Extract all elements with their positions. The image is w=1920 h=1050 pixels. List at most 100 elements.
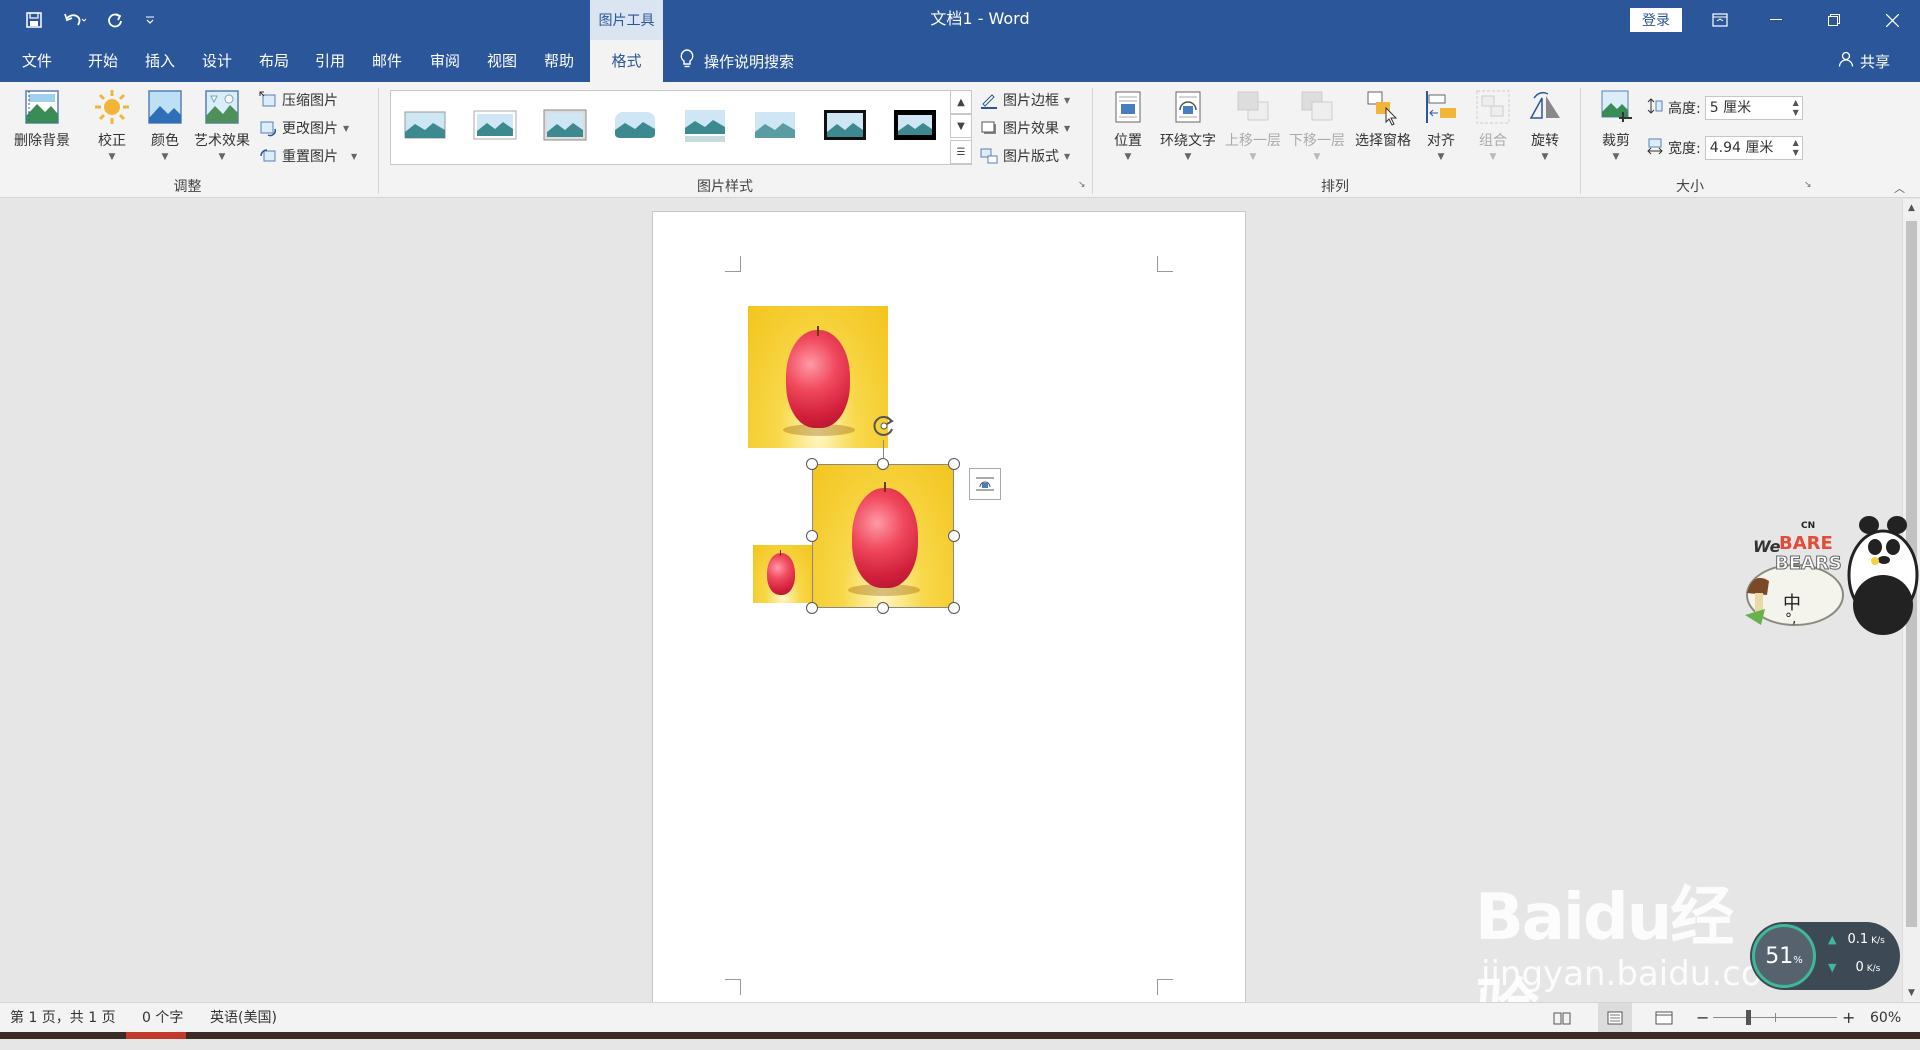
undo-icon[interactable] (58, 8, 92, 32)
taskbar-active-app[interactable] (126, 1032, 186, 1039)
share-button[interactable]: 共享 (1838, 40, 1890, 82)
apple-picture-3[interactable] (753, 545, 813, 603)
bring-forward-button[interactable]: 上移一层 ▼ (1220, 88, 1286, 162)
scroll-up-icon[interactable]: ▲ (1903, 199, 1920, 217)
group-objects-button[interactable]: 组合 ▼ (1472, 88, 1514, 162)
rotate-handle-icon[interactable] (870, 412, 898, 440)
reset-picture-button[interactable]: 重置图片 ▼ (259, 144, 357, 168)
zoom-slider[interactable] (1713, 1003, 1837, 1033)
picture-style-thumb[interactable] (543, 106, 587, 144)
gallery-more-icon[interactable]: ☰ (950, 140, 972, 164)
restore-icon[interactable] (1806, 0, 1862, 40)
tab-references[interactable]: 引用 (301, 40, 359, 82)
picture-effects-button[interactable]: 图片效果 ▼ (980, 116, 1070, 140)
height-spinner-icon[interactable]: ▲ ▼ (1793, 98, 1799, 118)
corrections-button[interactable]: 校正 ▼ (88, 88, 136, 162)
close-icon[interactable] (1864, 0, 1920, 40)
position-button[interactable]: 位置 ▼ (1106, 88, 1150, 162)
zoom-out-icon[interactable]: − (1696, 1003, 1709, 1033)
picture-style-thumb[interactable] (893, 106, 937, 144)
layout-options-icon[interactable] (969, 468, 1001, 500)
selection-pane-button[interactable]: 选择窗格 (1350, 88, 1416, 150)
document-page[interactable] (652, 211, 1246, 1002)
dialog-launcher-icon[interactable]: ↘ (1804, 180, 1812, 190)
picture-style-thumb[interactable] (403, 106, 447, 144)
send-backward-label: 下移一层 (1289, 133, 1345, 149)
document-canvas[interactable] (0, 199, 1902, 1002)
send-backward-button[interactable]: 下移一层 ▼ (1284, 88, 1350, 162)
dropdown-caret-icon: ▼ (1437, 152, 1445, 162)
zoom-thumb[interactable] (1746, 1010, 1751, 1025)
tab-file[interactable]: 文件 (8, 40, 66, 82)
tab-help[interactable]: 帮助 (530, 40, 588, 82)
tab-view[interactable]: 视图 (473, 40, 531, 82)
picture-style-thumb[interactable] (753, 106, 797, 144)
wrap-text-button[interactable]: 环绕文字 ▼ (1155, 88, 1221, 162)
page-count[interactable]: 第 1 页，共 1 页 (10, 1003, 116, 1033)
align-button[interactable]: 对齐 ▼ (1420, 88, 1462, 162)
resize-handle-s[interactable] (877, 602, 889, 614)
tab-mailings[interactable]: 邮件 (358, 40, 416, 82)
tab-insert[interactable]: 插入 (131, 40, 189, 82)
apple-picture-1[interactable] (748, 306, 888, 448)
resize-handle-se[interactable] (948, 602, 960, 614)
word-count[interactable]: 0 个字 (142, 1003, 183, 1033)
tab-home[interactable]: 开始 (74, 40, 132, 82)
picture-layout-button[interactable]: 图片版式 ▼ (980, 144, 1070, 168)
crop-button[interactable]: 裁剪 ▼ (1594, 88, 1638, 162)
picture-effects-label: 图片效果 (1003, 121, 1059, 137)
artistic-effects-button[interactable]: 艺术效果 ▼ (190, 88, 254, 162)
ime-toolbar-widget[interactable]: We BARE BEARS CN 中 °, (1735, 505, 1920, 645)
resize-handle-w[interactable] (806, 530, 818, 542)
dropdown-caret-icon: ▼ (1249, 152, 1257, 162)
ime-punct-label[interactable]: °, (1785, 611, 1796, 627)
collapse-ribbon-icon[interactable]: ︿ (1894, 180, 1905, 196)
zoom-level[interactable]: 60% (1870, 1003, 1901, 1033)
compress-pictures-button[interactable]: 压缩图片 (259, 88, 338, 112)
height-label: 高度: (1668, 101, 1701, 117)
tab-layout[interactable]: 布局 (245, 40, 303, 82)
tab-format[interactable]: 格式 (590, 40, 663, 82)
save-icon[interactable] (20, 8, 48, 32)
tab-review[interactable]: 审阅 (416, 40, 474, 82)
minimize-icon[interactable] (1748, 0, 1804, 40)
picture-styles-gallery (390, 90, 972, 165)
change-picture-button[interactable]: 更改图片 ▼ (259, 116, 349, 140)
color-button[interactable]: 颜色 ▼ (141, 88, 189, 162)
resize-handle-ne[interactable] (948, 458, 960, 470)
web-layout-icon[interactable] (1655, 1003, 1673, 1033)
ribbon: 删除背景 校正 ▼ 颜色 ▼ 艺术效果 ▼ 压缩图片 更改图片 ▼ 重置图片 ▼… (0, 82, 1920, 198)
gallery-scroll-up-icon[interactable]: ▲ (950, 90, 972, 114)
zoom-in-icon[interactable]: + (1842, 1003, 1855, 1033)
width-spinner-icon[interactable]: ▲ ▼ (1793, 138, 1799, 158)
resize-handle-nw[interactable] (806, 458, 818, 470)
rotate-label: 旋转 (1531, 133, 1559, 149)
dialog-launcher-icon[interactable]: ↘ (1078, 180, 1086, 190)
language-status[interactable]: 英语(美国) (210, 1003, 277, 1033)
picture-border-button[interactable]: 图片边框 ▼ (980, 88, 1070, 112)
ribbon-display-options-icon[interactable] (1692, 0, 1748, 40)
picture-style-thumb[interactable] (823, 106, 867, 144)
height-input[interactable]: 5 厘米 ▲ ▼ (1704, 96, 1803, 120)
tell-me-search[interactable]: 操作说明搜索 (680, 40, 794, 82)
tell-me-label: 操作说明搜索 (704, 52, 795, 71)
read-mode-icon[interactable] (1553, 1003, 1571, 1033)
picture-style-thumb[interactable] (683, 106, 727, 144)
login-button[interactable]: 登录 (1630, 8, 1682, 32)
remove-background-button[interactable]: 删除背景 (10, 88, 74, 150)
resize-handle-sw[interactable] (806, 602, 818, 614)
resize-handle-e[interactable] (948, 530, 960, 542)
redo-icon[interactable] (101, 8, 129, 32)
customize-toolbar-icon[interactable] (136, 8, 164, 32)
width-input[interactable]: 4.94 厘米 ▲ ▼ (1704, 136, 1803, 160)
print-layout-icon[interactable] (1598, 1003, 1632, 1033)
gallery-scroll-down-icon[interactable]: ▼ (950, 114, 972, 138)
picture-style-thumb[interactable] (473, 106, 517, 144)
align-label: 对齐 (1427, 133, 1455, 149)
scroll-down-icon[interactable]: ▼ (1903, 984, 1920, 1002)
network-speed-widget[interactable]: 51 % ▲ 0.1 K/s ▼ 0 K/s (1750, 922, 1900, 990)
resize-handle-n[interactable] (877, 458, 889, 470)
tab-design[interactable]: 设计 (188, 40, 246, 82)
rotate-button[interactable]: 旋转 ▼ (1524, 88, 1566, 162)
picture-style-thumb[interactable] (613, 106, 657, 144)
